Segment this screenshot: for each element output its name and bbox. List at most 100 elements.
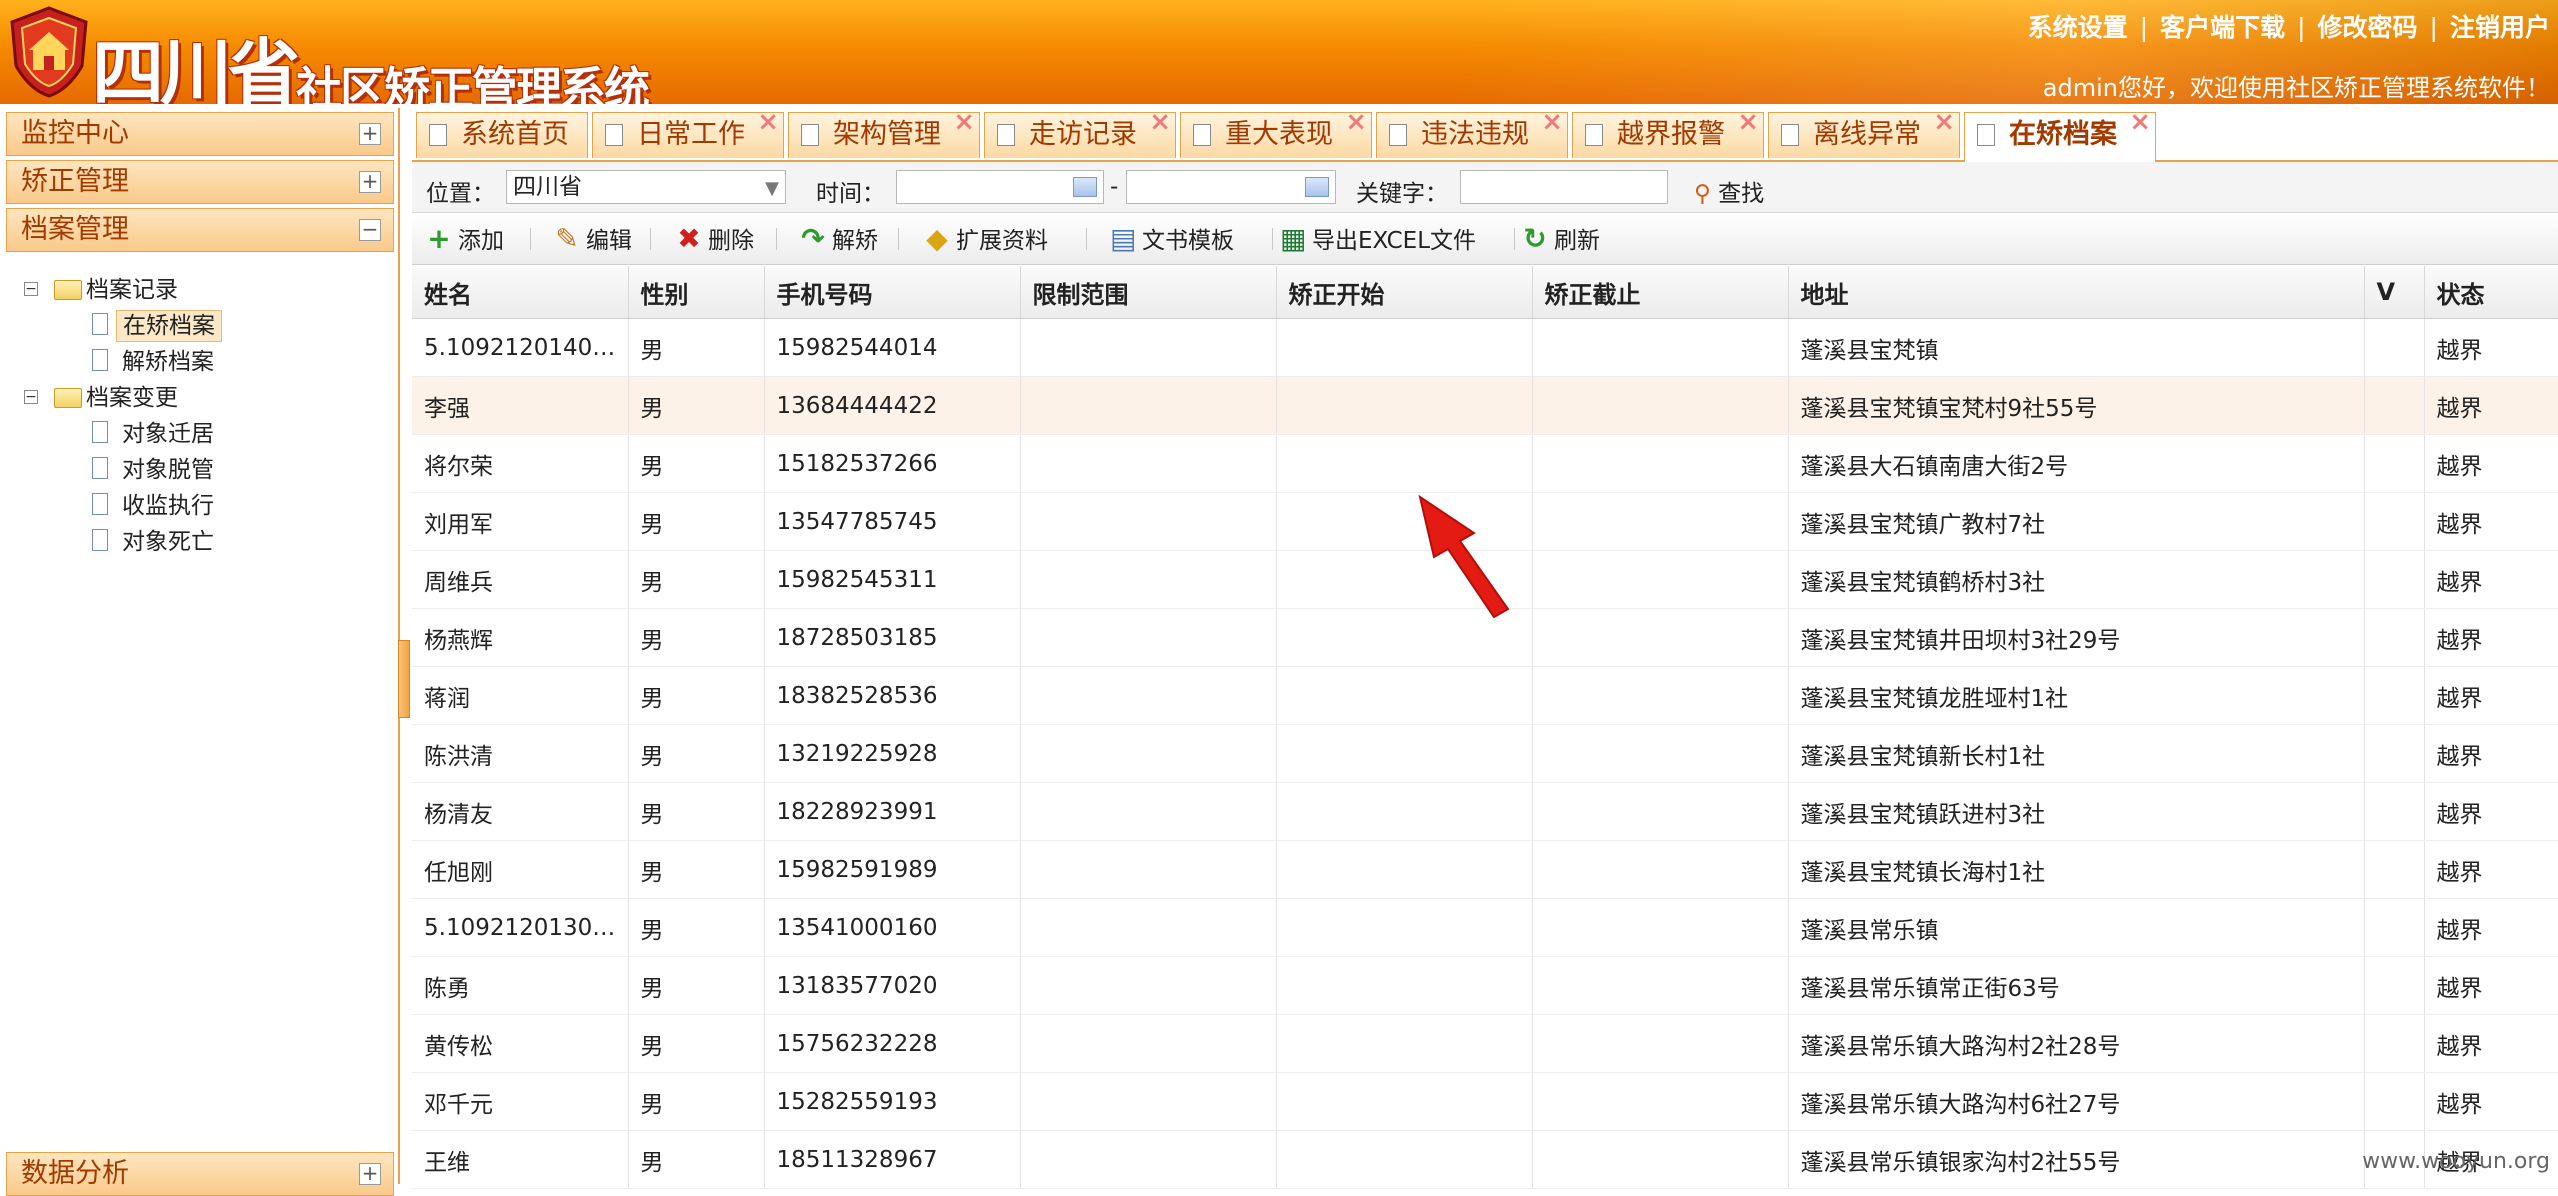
tree-item-active-archive[interactable]: 在矫档案 — [20, 308, 390, 344]
table-row[interactable]: 5.10921201404... 男 15982544014 蓬溪县宝梵镇 越界 — [412, 318, 2558, 377]
cell-phone: 15282559193 — [764, 1072, 1021, 1131]
calendar-icon[interactable] — [1305, 177, 1329, 197]
close-icon[interactable]: × — [1345, 107, 1367, 137]
sidebar-section-analysis[interactable]: 数据分析 + — [6, 1152, 394, 1196]
tree-item-label: 收监执行 — [122, 493, 214, 519]
tab-active-archive[interactable]: 在矫档案 × — [1964, 107, 2156, 162]
tree-collapse-icon[interactable]: − — [24, 282, 38, 296]
cell-phone: 13219225928 — [764, 724, 1021, 783]
table-row[interactable]: 刘用军男 13547785745 蓬溪县宝梵镇广教村7社 越界 — [412, 492, 2558, 551]
close-icon[interactable]: × — [757, 107, 779, 137]
table-row[interactable]: 陈洪清男 13219225928 蓬溪县宝梵镇新长村1社 越界 — [412, 724, 2558, 783]
tab-violations[interactable]: 违法违规 × — [1376, 107, 1568, 158]
tab-boundary-alarm[interactable]: 越界报警 × — [1572, 107, 1764, 158]
cell-gender: 男 — [628, 1014, 765, 1073]
column-header-gender[interactable]: 性别 — [628, 266, 765, 319]
table-row[interactable]: 杨清友男 18228923991 蓬溪县宝梵镇跃进村3社 越界 — [412, 782, 2558, 841]
table-row[interactable]: 蒋润男 18382528536 蓬溪县宝梵镇龙胜垭村1社 越界 — [412, 666, 2558, 725]
tab-home[interactable]: 系统首页 — [416, 112, 588, 158]
nav-client-download[interactable]: 客户端下载 — [2160, 13, 2285, 42]
tab-label: 越界报警 — [1617, 119, 1725, 150]
cell-start — [1276, 434, 1533, 493]
cell-status: 越界 — [2424, 492, 2558, 551]
expand-icon[interactable]: + — [359, 1163, 381, 1185]
refresh-button[interactable]: ↻ 刷新 — [1522, 214, 1600, 264]
end-date-input[interactable] — [1126, 170, 1336, 204]
table-row[interactable]: 5.10921201309... 男 13541000160 蓬溪县常乐镇 越界 — [412, 898, 2558, 957]
cell-v — [2364, 898, 2425, 957]
tab-visit-records[interactable]: 走访记录 × — [984, 107, 1176, 158]
export-excel-button[interactable]: ▦ 导出EXCEL文件 — [1280, 214, 1476, 264]
column-header-status[interactable]: 状态 — [2424, 266, 2558, 319]
column-header-phone[interactable]: 手机号码 — [764, 266, 1021, 319]
expand-icon[interactable]: + — [359, 171, 381, 193]
tab-major-performance[interactable]: 重大表现 × — [1180, 107, 1372, 158]
column-header-end[interactable]: 矫正截止 — [1532, 266, 1789, 319]
table-row[interactable]: 将尔荣男 15182537266 蓬溪县大石镇南唐大街2号 越界 — [412, 434, 2558, 493]
close-icon[interactable]: × — [1933, 107, 1955, 137]
table-row[interactable]: 陈勇男 13183577020 蓬溪县常乐镇常正街63号 越界 — [412, 956, 2558, 1015]
release-button[interactable]: ↷ 解矫 — [800, 214, 878, 264]
tab-structure-mgmt[interactable]: 架构管理 × — [788, 107, 980, 158]
table-row[interactable]: 王维男 18511328967 蓬溪县常乐镇银家沟村2社55号 越界 — [412, 1130, 2558, 1189]
column-header-v[interactable]: V — [2364, 266, 2425, 319]
add-button[interactable]: + 添加 — [426, 214, 504, 264]
close-icon[interactable]: × — [1737, 107, 1759, 137]
sidebar-splitter-handle[interactable] — [398, 640, 410, 718]
table-row[interactable]: 周维兵男 15982545311 蓬溪县宝梵镇鹤桥村3社 越界 — [412, 550, 2558, 609]
expand-icon[interactable]: + — [359, 123, 381, 145]
date-range-dash: - — [1110, 174, 1119, 200]
excel-icon: ▦ — [1280, 222, 1307, 255]
close-icon[interactable]: × — [1149, 107, 1171, 137]
table-row[interactable]: 杨燕辉男 18728503185 蓬溪县宝梵镇井田坝村3社29号 越界 — [412, 608, 2558, 667]
cell-v — [2364, 666, 2425, 725]
tab-daily-work[interactable]: 日常工作 × — [592, 107, 784, 158]
column-header-start[interactable]: 矫正开始 — [1276, 266, 1533, 319]
column-header-address[interactable]: 地址 — [1788, 266, 2365, 319]
tree-item-imprisoned[interactable]: 收监执行 — [20, 488, 390, 524]
sidebar-section-archives[interactable]: 档案管理 − — [6, 208, 394, 252]
location-select[interactable]: 四川省 ▼ — [506, 170, 786, 204]
tree-group-archive-changes[interactable]: − 档案变更 — [20, 380, 390, 416]
cell-status: 越界 — [2424, 840, 2558, 899]
collapse-icon[interactable]: − — [359, 219, 381, 241]
column-header-restriction[interactable]: 限制范围 — [1020, 266, 1277, 319]
column-header-name[interactable]: 姓名 — [412, 266, 629, 319]
document-template-button[interactable]: ▤ 文书模板 — [1110, 214, 1234, 264]
nav-logout[interactable]: 注销用户 — [2450, 13, 2550, 42]
close-icon[interactable]: × — [2129, 107, 2151, 137]
tab-label: 违法违规 — [1421, 119, 1529, 150]
tree-collapse-icon[interactable]: − — [24, 390, 38, 404]
table-row[interactable]: 邓千元男 15282559193 蓬溪县常乐镇大路沟村6社27号 越界 — [412, 1072, 2558, 1131]
toolbar-separator — [1514, 228, 1515, 250]
search-button[interactable]: ⚲ 查找 — [1694, 174, 1764, 208]
keyword-input[interactable] — [1460, 170, 1668, 204]
sidebar-section-monitor[interactable]: 监控中心 + — [6, 112, 394, 156]
table-row[interactable]: 李强男 13684444422 蓬溪县宝梵镇宝梵村9社55号 越界 — [412, 376, 2558, 435]
calendar-icon[interactable] — [1073, 177, 1097, 197]
tree-item-absconded[interactable]: 对象脱管 — [20, 452, 390, 488]
nav-system-settings[interactable]: 系统设置 — [2028, 13, 2128, 42]
edit-button[interactable]: ✎ 编辑 — [554, 214, 632, 264]
tree-item-deceased[interactable]: 对象死亡 — [20, 524, 390, 560]
table-header-row: 姓名 性别 手机号码 限制范围 矫正开始 矫正截止 地址 V 状态 — [412, 266, 2558, 319]
table-row[interactable]: 任旭刚男 15982591989 蓬溪县宝梵镇长海村1社 越界 — [412, 840, 2558, 899]
app-title-system: 社区矫正管理系统 — [296, 62, 650, 104]
tree-group-archive-records[interactable]: − 档案记录 — [20, 272, 390, 308]
cell-start — [1276, 492, 1533, 551]
tree-item-released-archive[interactable]: 解矫档案 — [20, 344, 390, 380]
nav-change-password[interactable]: 修改密码 — [2318, 13, 2418, 42]
extend-info-button[interactable]: ◆ 扩展资料 — [924, 214, 1048, 264]
close-icon[interactable]: × — [953, 107, 975, 137]
cell-gender: 男 — [628, 666, 765, 725]
cell-status: 越界 — [2424, 1072, 2558, 1131]
tab-offline-exception[interactable]: 离线异常 × — [1768, 107, 1960, 158]
start-date-input[interactable] — [896, 170, 1104, 204]
table-row[interactable]: 黄传松男 15756232228 蓬溪县常乐镇大路沟村2社28号 越界 — [412, 1014, 2558, 1073]
cell-start — [1276, 782, 1533, 841]
tree-item-relocation[interactable]: 对象迁居 — [20, 416, 390, 452]
sidebar-section-correction[interactable]: 矫正管理 + — [6, 160, 394, 204]
cell-address: 蓬溪县宝梵镇龙胜垭村1社 — [1788, 666, 2365, 725]
delete-button[interactable]: ✖ 删除 — [676, 214, 754, 264]
close-icon[interactable]: × — [1541, 107, 1563, 137]
